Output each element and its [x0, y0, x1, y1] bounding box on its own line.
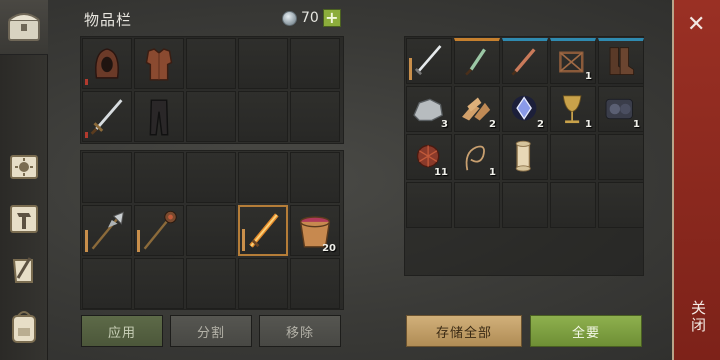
- durability-bar: [137, 230, 140, 252]
- equipment-grid: [82, 38, 342, 142]
- inventory-grid: 20: [82, 152, 342, 309]
- stack-count: 1: [585, 119, 592, 130]
- inventory-slot[interactable]: [82, 258, 132, 309]
- hammer-icon: [10, 205, 38, 233]
- equipment-slot[interactable]: [238, 91, 288, 142]
- equipment-slot[interactable]: [290, 38, 340, 89]
- equipment-slot[interactable]: [134, 91, 184, 142]
- storage-slot[interactable]: [502, 134, 548, 180]
- inventory-slot[interactable]: [134, 205, 184, 256]
- inventory-slot[interactable]: [238, 152, 288, 203]
- storage-slot[interactable]: 11: [406, 134, 452, 180]
- storage-slot[interactable]: [502, 38, 548, 84]
- nav-tab-skills[interactable]: [4, 146, 44, 186]
- stack-count: 1: [489, 167, 496, 178]
- inventory-slot[interactable]: [290, 258, 340, 309]
- add-currency-button[interactable]: +: [322, 9, 341, 27]
- storage-slot[interactable]: 1: [550, 86, 596, 132]
- stack-count: 1: [633, 119, 640, 130]
- inventory-slot[interactable]: [186, 205, 236, 256]
- chest-icon: [8, 13, 40, 41]
- boots-icon: [609, 47, 635, 76]
- nav-tab-journal[interactable]: [4, 250, 44, 290]
- close-panel[interactable]: ✕ 关闭: [672, 0, 720, 360]
- equipment-slot[interactable]: [186, 91, 236, 142]
- storage-grid: 1 3 2 2 1 1 11 1: [406, 38, 644, 228]
- copper-blade-icon: [511, 48, 536, 76]
- equipment-slot[interactable]: [186, 38, 236, 89]
- stack-count: 1: [585, 71, 592, 82]
- durability-bar: [242, 229, 245, 251]
- leather-armor-icon: [145, 48, 173, 81]
- split-button[interactable]: 分割: [170, 315, 252, 347]
- storage-slot[interactable]: 1: [454, 134, 500, 180]
- hood-icon: [95, 48, 119, 79]
- store-all-button[interactable]: 存储全部: [406, 315, 522, 347]
- inventory-slot[interactable]: [82, 152, 132, 203]
- inventory-slot[interactable]: 20: [290, 205, 340, 256]
- storage-slot[interactable]: [598, 182, 644, 228]
- storage-slot[interactable]: [406, 182, 452, 228]
- scroll-icon: [515, 140, 531, 172]
- stack-count: 20: [322, 243, 336, 254]
- durability-bar: [85, 132, 88, 138]
- pants-icon: [149, 99, 169, 136]
- backpack-icon: [12, 311, 36, 343]
- inventory-slot[interactable]: [186, 258, 236, 309]
- close-label: 关闭: [689, 300, 707, 334]
- durability-bar: [409, 58, 412, 80]
- storage-slot[interactable]: [454, 38, 500, 84]
- stack-count: 2: [537, 119, 544, 130]
- storage-slot[interactable]: [454, 182, 500, 228]
- page-title: 物品栏: [84, 11, 133, 29]
- stack-count: 11: [434, 167, 448, 178]
- storage-slot[interactable]: [406, 38, 452, 84]
- nav-tab-inventory[interactable]: [0, 0, 48, 55]
- equipment-slot[interactable]: [290, 91, 340, 142]
- durability-bar: [85, 79, 88, 85]
- equipment-slot[interactable]: [82, 91, 132, 142]
- storage-slot[interactable]: [550, 134, 596, 180]
- quill-scroll-icon: [12, 257, 33, 283]
- equipment-slot[interactable]: [134, 38, 184, 89]
- equipment-slot[interactable]: [82, 38, 132, 89]
- inventory-slot[interactable]: [238, 258, 288, 309]
- storage-slot[interactable]: 3: [406, 86, 452, 132]
- take-all-button[interactable]: 全要: [530, 315, 642, 347]
- apply-button[interactable]: 应用: [81, 315, 163, 347]
- currency-display: 70 +: [282, 9, 341, 27]
- nav-tab-character[interactable]: [4, 306, 44, 346]
- silver-coin-icon: [282, 10, 297, 26]
- longsword-icon: [414, 45, 442, 76]
- nav-tab-crafting[interactable]: [4, 198, 44, 238]
- storage-slot[interactable]: [550, 182, 596, 228]
- storage-slot[interactable]: 1: [550, 38, 596, 84]
- inventory-slot[interactable]: [238, 205, 288, 256]
- storage-slot[interactable]: 1: [598, 86, 644, 132]
- currency-amount: 70: [301, 10, 319, 26]
- green-dagger-icon: [465, 48, 486, 76]
- stack-count: 2: [489, 119, 496, 130]
- inventory-slot[interactable]: [82, 205, 132, 256]
- inventory-slot[interactable]: [134, 258, 184, 309]
- halberd-icon: [91, 211, 124, 250]
- storage-slot[interactable]: [598, 38, 644, 84]
- storage-slot[interactable]: 2: [502, 86, 548, 132]
- equipment-slot[interactable]: [238, 38, 288, 89]
- stack-count: 3: [441, 119, 448, 130]
- storage-slot[interactable]: [598, 134, 644, 180]
- inventory-slot[interactable]: [186, 152, 236, 203]
- durability-bar: [85, 230, 88, 252]
- close-icon[interactable]: ✕: [687, 12, 705, 37]
- inventory-slot[interactable]: [134, 152, 184, 203]
- sun-book-icon: [10, 155, 38, 179]
- inventory-slot[interactable]: [290, 152, 340, 203]
- storage-slot[interactable]: 2: [454, 86, 500, 132]
- remove-button[interactable]: 移除: [259, 315, 341, 347]
- storage-slot[interactable]: [502, 182, 548, 228]
- flaming-sword-icon: [249, 213, 279, 248]
- side-nav: [0, 0, 48, 360]
- mace-icon: [143, 210, 177, 250]
- sword-icon: [90, 99, 123, 135]
